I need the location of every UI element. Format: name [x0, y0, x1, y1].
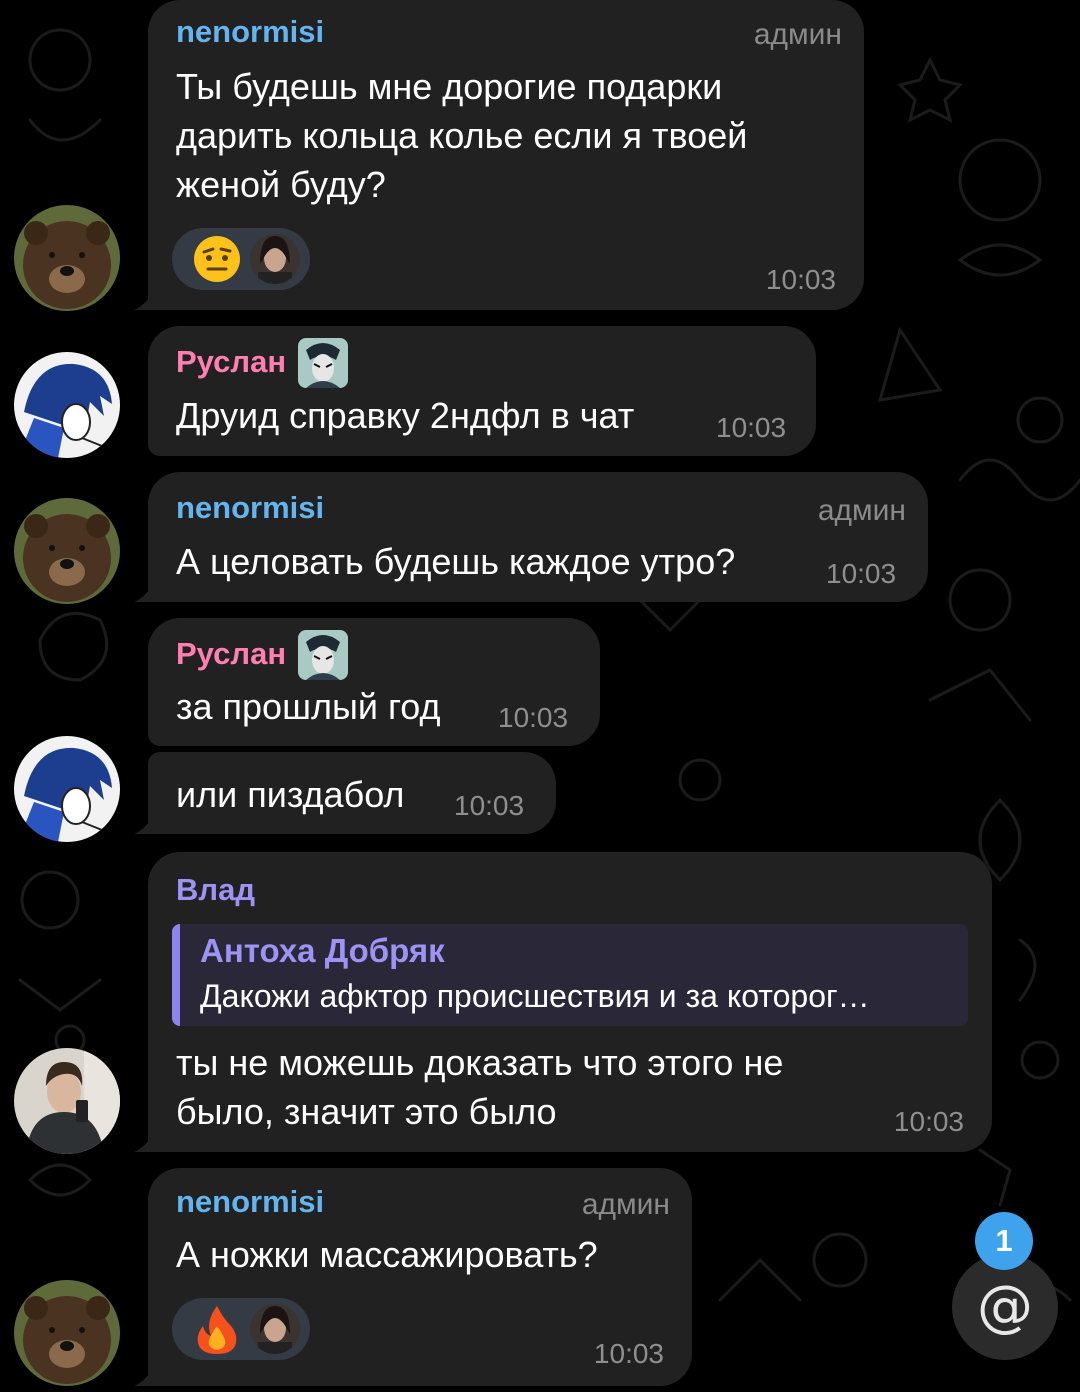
message-time: 10:03: [593, 1338, 664, 1369]
reaction-chip[interactable]: [172, 228, 310, 290]
reply-preview[interactable]: Антоха Добряк Дакожи афктор происшествия…: [172, 924, 968, 1026]
admin-label: админ: [753, 18, 842, 51]
message-text-line: или пиздабол: [176, 774, 405, 815]
message-time: 10:03: [893, 1106, 964, 1137]
bubble-tail: [134, 286, 156, 310]
sender-name[interactable]: nenormisi: [176, 1184, 324, 1220]
bubble-tail: [134, 1362, 156, 1386]
bubble-tail: [134, 1128, 156, 1152]
sender-name[interactable]: nenormisi: [176, 490, 324, 526]
avatar-bear[interactable]: [14, 205, 120, 311]
sender-name[interactable]: Влад: [176, 872, 255, 908]
message-bubble[interactable]: Руслан Друид справку 2ндфл в чат 10:03: [148, 326, 816, 456]
admin-label: админ: [581, 1188, 670, 1221]
message-text-line: Друид справку 2ндфл в чат: [176, 395, 635, 436]
reply-accent-bar: [172, 924, 180, 1026]
avatar-ruslan[interactable]: [14, 736, 120, 842]
fire-emoji-icon: [197, 1306, 237, 1354]
message-text-line: за прошлый год: [176, 686, 441, 727]
message-time: 10:03: [454, 790, 525, 821]
avatar-ruslan[interactable]: [14, 352, 120, 458]
admin-label: админ: [817, 494, 906, 527]
message-bubble[interactable]: Влад Антоха Добряк Дакожи афктор происше…: [134, 852, 992, 1152]
message-time: 10:03: [498, 702, 569, 733]
message-bubble[interactable]: nenormisi админ А ножки массажировать? 1…: [134, 1168, 692, 1386]
reply-sender-name: Антоха Добряк: [200, 932, 445, 969]
message-text-line: А целовать будешь каждое утро?: [176, 541, 736, 582]
avatar-vlad[interactable]: [14, 1048, 120, 1154]
message-bubble[interactable]: или пиздабол 10:03: [134, 752, 556, 834]
sender-name[interactable]: Руслан: [176, 344, 286, 380]
message-text-line: А ножки массажировать?: [176, 1234, 598, 1275]
reply-text: Дакожи афктор происшествия и за которог…: [200, 978, 870, 1014]
neutral-face-emoji-icon: [194, 236, 240, 282]
message-time: 10:03: [765, 264, 836, 295]
sender-name[interactable]: nenormisi: [176, 14, 324, 50]
message-text-line: Ты будешь мне дорогие подарки: [176, 66, 723, 107]
user-badge-icon: [298, 630, 348, 680]
message-bubble[interactable]: nenormisi админ Ты будешь мне дорогие по…: [134, 0, 864, 310]
message-bubble[interactable]: nenormisi админ А целовать будешь каждое…: [134, 472, 928, 602]
reaction-chip[interactable]: [172, 1298, 310, 1360]
message-time: 10:03: [826, 558, 897, 589]
message-text-line: дарить кольца колье если я твоей: [176, 115, 748, 156]
bubble-tail: [134, 810, 156, 834]
avatar-bear[interactable]: [14, 498, 120, 604]
user-badge-icon: [298, 338, 348, 388]
sender-name[interactable]: Руслан: [176, 636, 286, 672]
message-text-line: ты не можешь доказать что этого не: [176, 1042, 784, 1083]
message-time: 10:03: [716, 412, 787, 443]
reactor-avatar: [250, 234, 300, 284]
message-text-line: женой буду?: [176, 164, 386, 205]
reactor-avatar: [250, 1304, 300, 1354]
avatar-bear[interactable]: [14, 1280, 120, 1386]
message-text-line: было, значит это было: [176, 1091, 557, 1132]
bubble-tail: [134, 578, 156, 602]
mentions-count-badge[interactable]: 1: [975, 1212, 1033, 1270]
message-bubble[interactable]: Руслан за прошлый год 10:03: [148, 618, 600, 746]
at-sign-icon: @: [977, 1274, 1033, 1339]
